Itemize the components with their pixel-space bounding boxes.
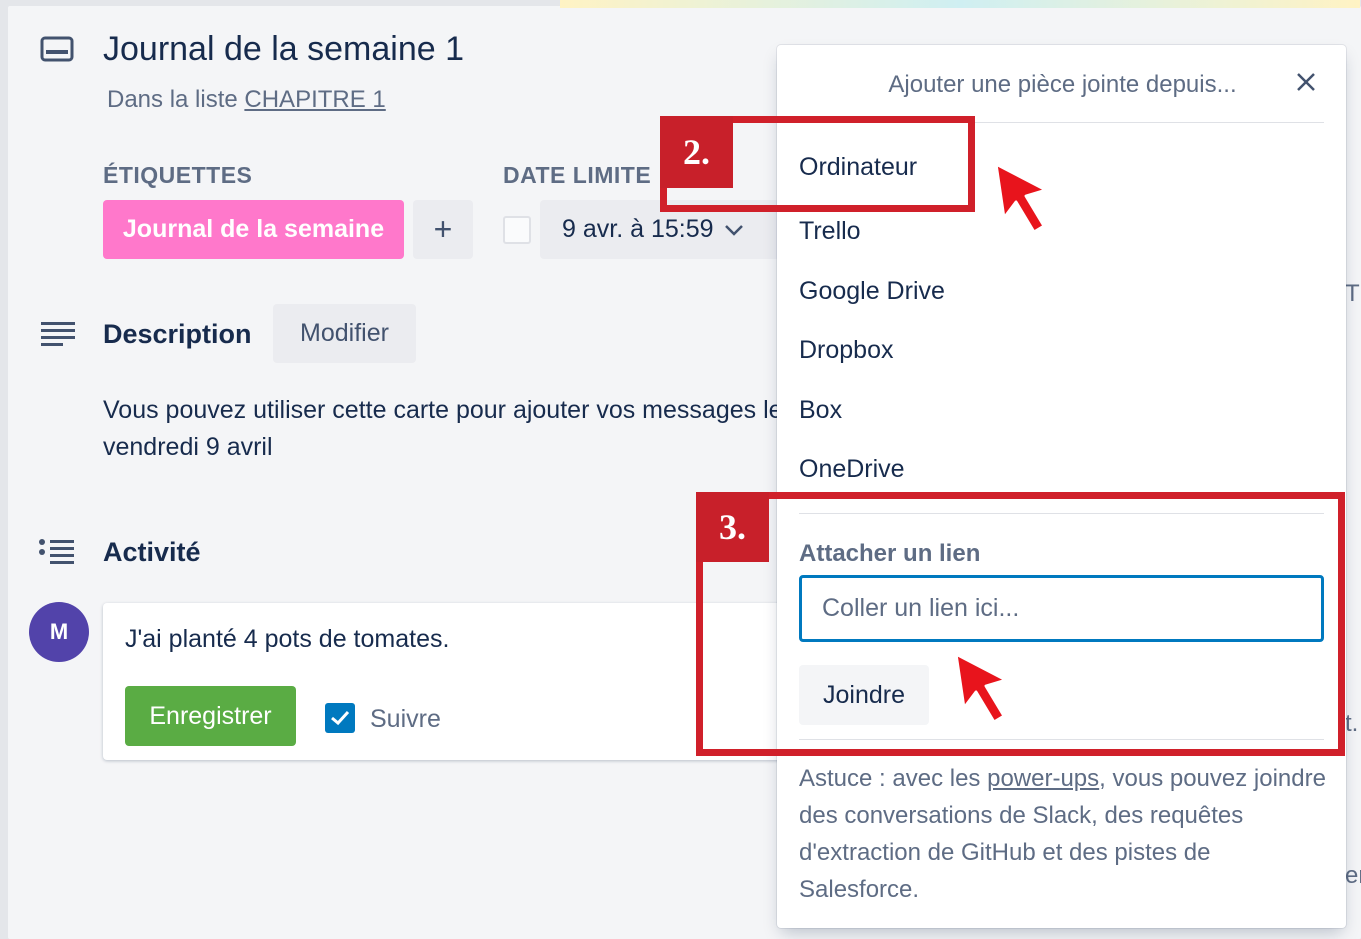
save-button[interactable]: Enregistrer [125,686,296,746]
due-date-value: 9 avr. à 15:59 [562,215,714,243]
description-heading: Description [103,319,252,349]
label-pill[interactable]: Journal de la semaine [103,200,404,259]
modify-description-button[interactable]: Modifier [273,304,416,363]
description-icon [41,322,75,346]
edge-fragment: t. [1345,710,1359,737]
step2-badge: 2. [660,116,733,188]
edge-fragment: er [1345,862,1361,889]
activity-heading: Activité [103,537,201,567]
add-label-button[interactable]: + [413,200,473,259]
attach-from-onedrive[interactable]: OneDrive [799,455,905,484]
follow-label[interactable]: Suivre [370,705,441,734]
edge-fragment: TE [1345,280,1361,307]
tip-text: Astuce : avec les power-ups, vous pouvez… [799,760,1329,908]
tip-prefix: Astuce : avec les [799,765,988,792]
attach-from-trello[interactable]: Trello [799,217,861,246]
follow-checkbox[interactable] [325,703,355,733]
checkmark-icon [331,710,350,726]
attach-from-box[interactable]: Box [799,396,842,425]
board-background-strip [560,0,1360,8]
card-icon [40,36,74,62]
activity-icon [39,539,74,564]
avatar[interactable]: M [29,602,89,662]
arrow-pointer-icon [954,652,1008,724]
attach-from-dropbox[interactable]: Dropbox [799,336,894,365]
step3-badge: 3. [696,492,769,562]
step3-highlight-box [696,492,1345,756]
due-date-heading: DATE LIMITE [503,162,652,188]
close-icon[interactable] [1291,67,1321,97]
card-title[interactable]: Journal de la semaine 1 [103,30,464,69]
list-link[interactable]: CHAPITRE 1 [244,86,385,113]
comment-text[interactable]: J'ai planté 4 pots de tomates. [125,625,449,654]
description-text[interactable]: Vous pouvez utiliser cette carte pour aj… [103,392,783,466]
labels-heading: ÉTIQUETTES [103,162,253,188]
power-ups-link[interactable]: power-ups [987,765,1099,792]
list-prefix: Dans la liste [107,86,245,113]
card-list-location: Dans la liste CHAPITRE 1 [107,86,386,114]
attach-from-google-drive[interactable]: Google Drive [799,277,945,306]
arrow-pointer-icon [994,162,1048,234]
due-complete-checkbox[interactable] [503,216,531,244]
chevron-down-icon [724,224,743,236]
popover-title: Ajouter une pièce jointe depuis... [888,71,1237,98]
